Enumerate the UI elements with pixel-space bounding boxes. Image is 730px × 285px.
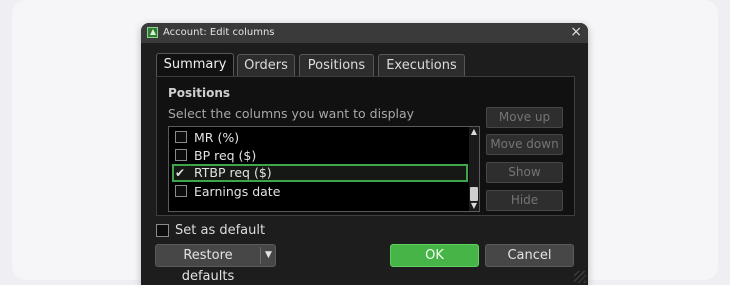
list-item-label: MR (%) bbox=[194, 130, 240, 145]
checkbox[interactable] bbox=[175, 149, 187, 161]
hide-button[interactable]: Hide bbox=[486, 190, 563, 211]
resize-grip-icon[interactable] bbox=[574, 271, 586, 283]
list-item-label: RTBP req ($) bbox=[194, 165, 272, 180]
move-up-button[interactable]: Move up bbox=[486, 107, 563, 128]
list-item-label: Earnings date bbox=[194, 184, 281, 199]
list-item[interactable]: BP req ($) bbox=[172, 147, 468, 165]
app-logo-icon bbox=[147, 27, 158, 38]
close-icon[interactable]: × bbox=[570, 24, 582, 40]
scroll-down-icon[interactable]: ▼ bbox=[469, 201, 479, 211]
list-item-label: BP req ($) bbox=[194, 148, 257, 163]
edit-columns-dialog: Account: Edit columns × Summary Orders P… bbox=[141, 23, 588, 285]
check-icon[interactable]: ✔ bbox=[175, 166, 187, 180]
ok-button[interactable]: OK bbox=[390, 244, 479, 267]
tab-orders[interactable]: Orders bbox=[237, 54, 295, 77]
tab-executions[interactable]: Executions bbox=[378, 54, 465, 77]
show-button[interactable]: Show bbox=[486, 162, 563, 183]
title-bar[interactable]: Account: Edit columns × bbox=[141, 23, 588, 43]
set-as-default-checkbox[interactable] bbox=[156, 224, 169, 237]
list-item-selected[interactable]: ✔ RTBP req ($) bbox=[172, 164, 468, 182]
tab-summary[interactable]: Summary bbox=[156, 53, 234, 77]
cancel-button[interactable]: Cancel bbox=[485, 244, 574, 267]
restore-defaults-label: Restore defaults bbox=[181, 248, 235, 284]
checkbox[interactable] bbox=[175, 131, 187, 143]
move-down-button[interactable]: Move down bbox=[486, 134, 563, 155]
button-divider bbox=[260, 247, 261, 264]
chevron-down-icon[interactable]: ▼ bbox=[262, 245, 275, 266]
list-scrollbar[interactable]: ▲ ▼ bbox=[469, 127, 479, 211]
list-item[interactable]: MR (%) bbox=[172, 129, 468, 147]
list-item[interactable]: Earnings date bbox=[172, 183, 468, 201]
section-heading: Positions bbox=[168, 86, 231, 100]
column-list[interactable]: MR (%) BP req ($) ✔ RTBP req ($) Earning… bbox=[168, 126, 480, 212]
instruction-text: Select the columns you want to display bbox=[168, 106, 415, 121]
restore-defaults-button[interactable]: Restore defaults ▼ bbox=[155, 244, 276, 284]
checkbox[interactable] bbox=[175, 185, 187, 197]
tab-positions[interactable]: Positions bbox=[299, 54, 374, 77]
scroll-up-icon[interactable]: ▲ bbox=[469, 127, 479, 137]
dialog-title: Account: Edit columns bbox=[163, 27, 275, 38]
scroll-thumb[interactable] bbox=[470, 187, 478, 201]
set-as-default-label: Set as default bbox=[175, 223, 266, 238]
